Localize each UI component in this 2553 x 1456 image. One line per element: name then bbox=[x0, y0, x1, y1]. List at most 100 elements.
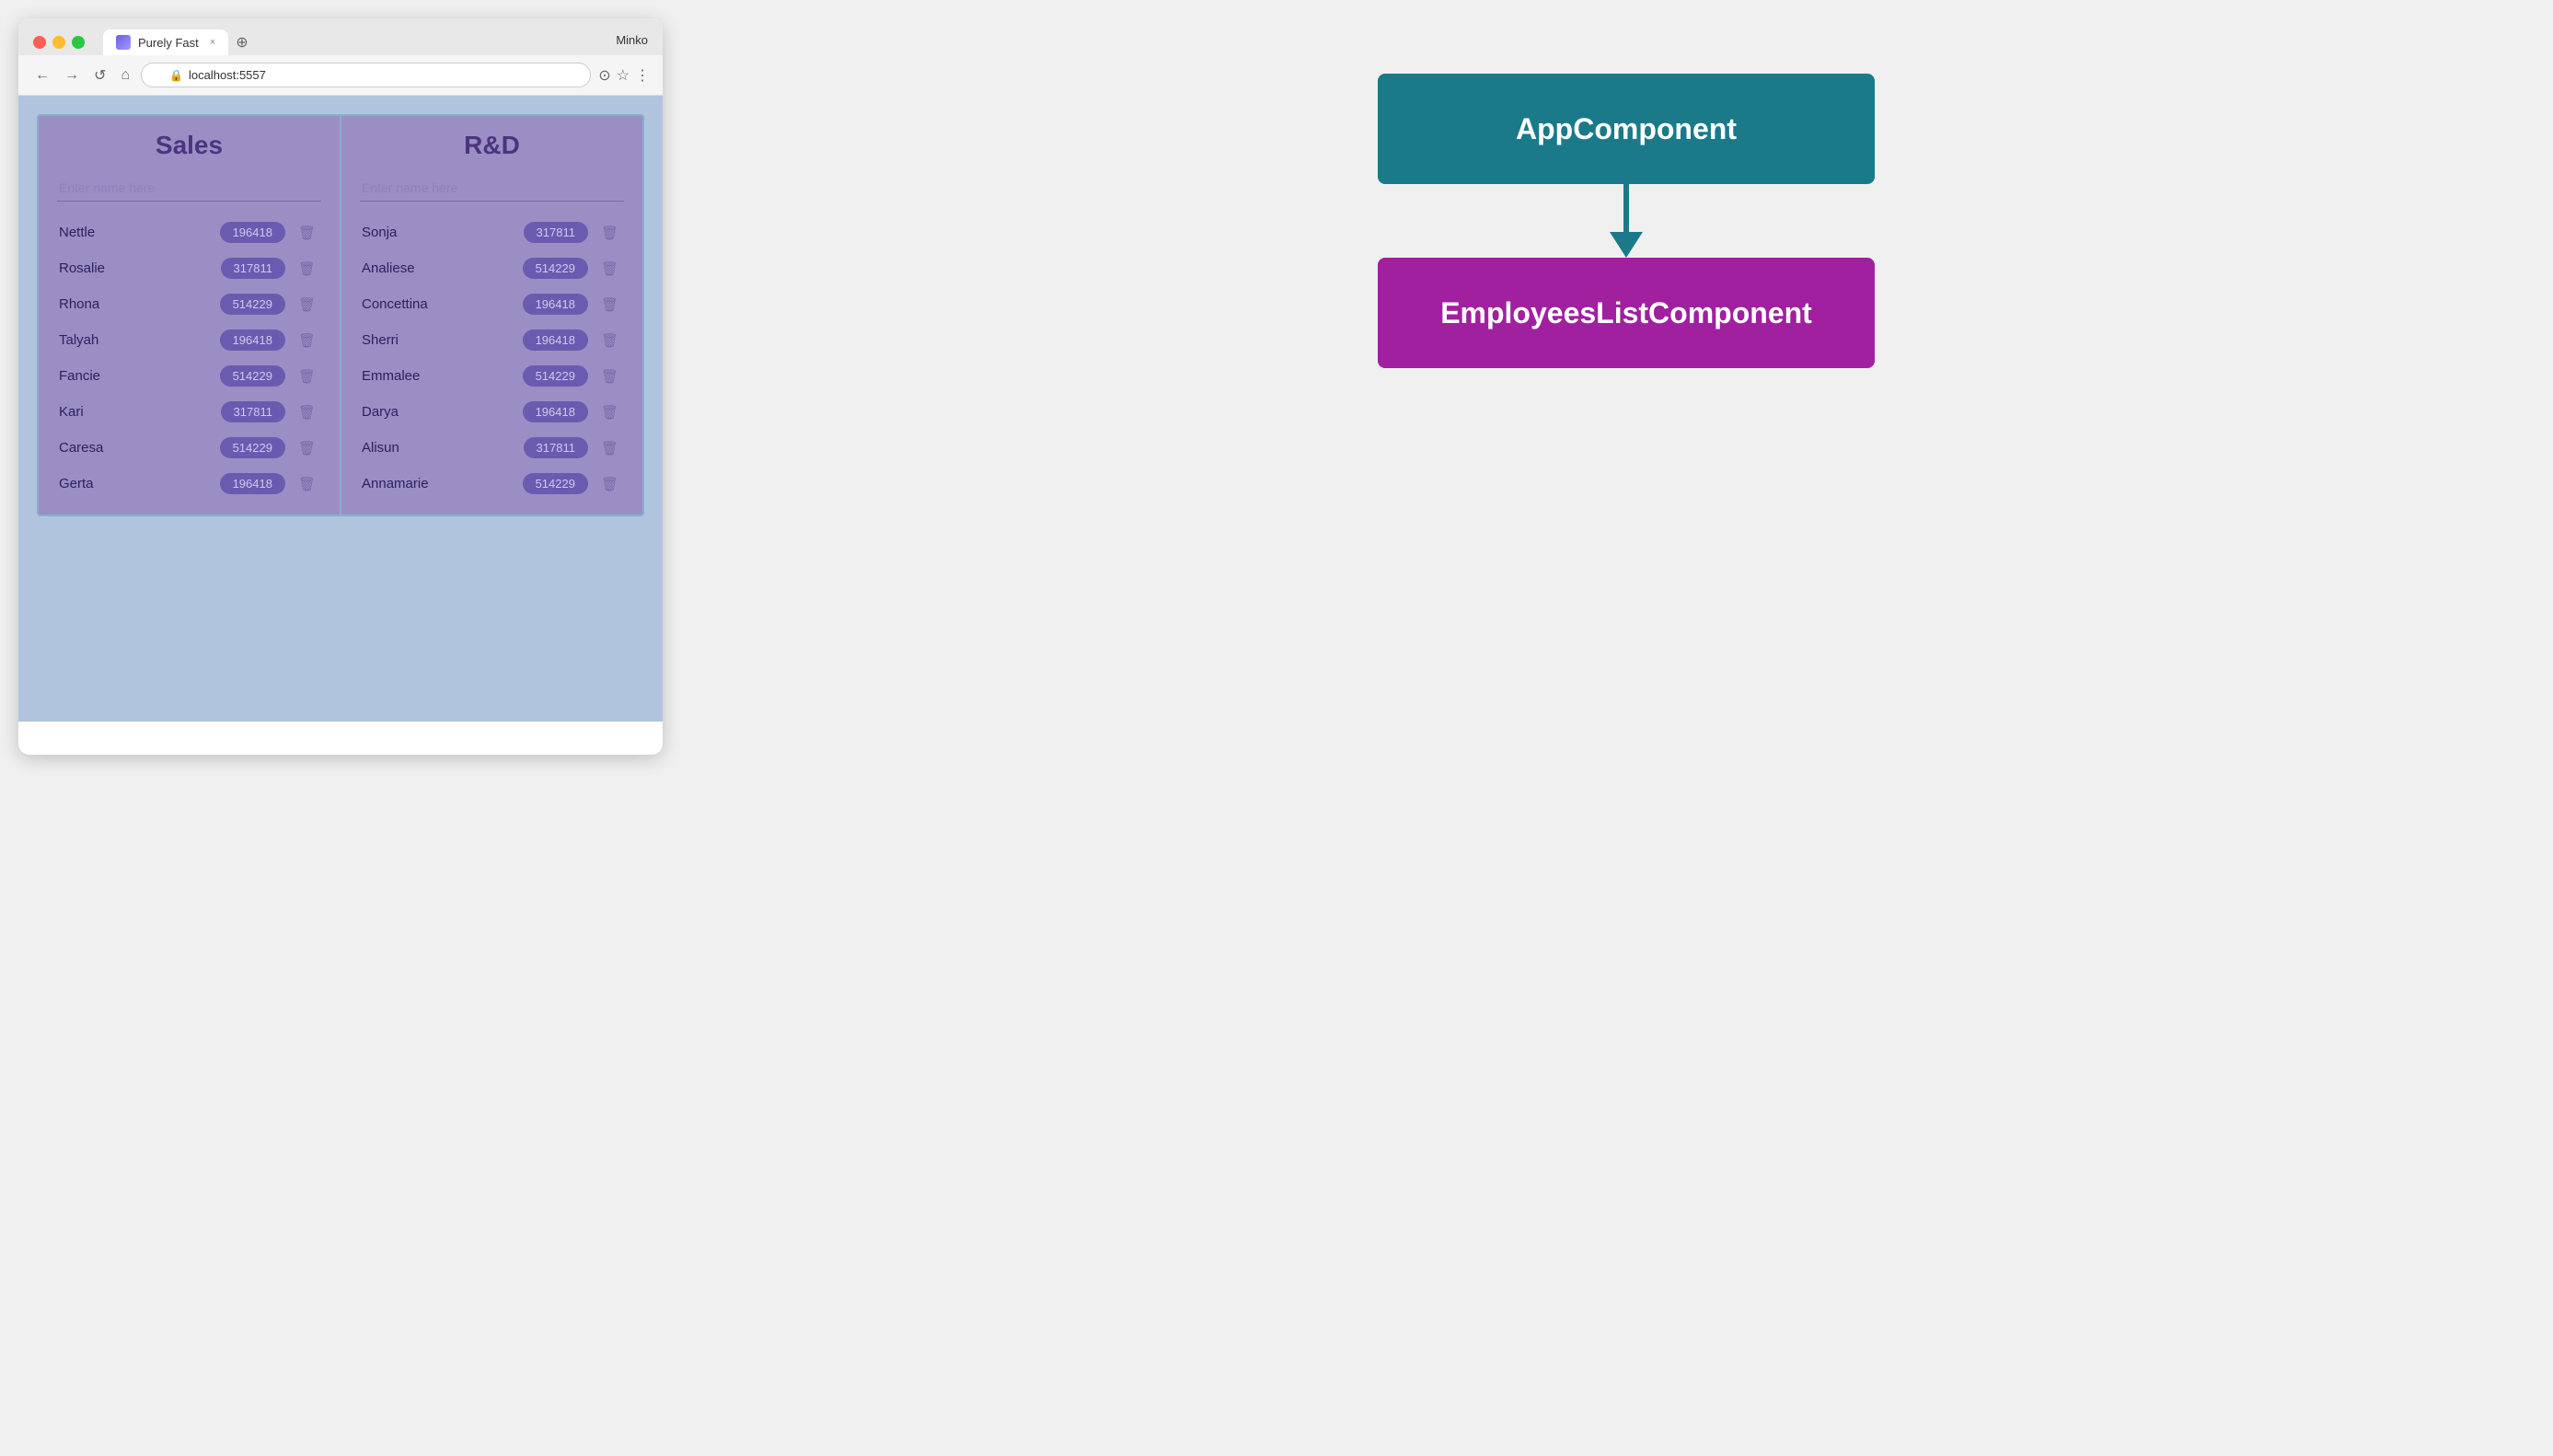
table-row: Fancie 514229 🗑 bbox=[57, 360, 321, 392]
delete-button[interactable]: 🗑 bbox=[597, 366, 622, 387]
departments-container: Sales Nettle 196418 🗑 Rosalie 317811 🗑 R… bbox=[37, 114, 644, 516]
employees-component-label: EmployeesListComponent bbox=[1440, 296, 1812, 330]
delete-button[interactable]: 🗑 bbox=[295, 402, 319, 422]
employee-badge: 317811 bbox=[221, 401, 285, 422]
table-row: Rosalie 317811 🗑 bbox=[57, 252, 321, 284]
tab-title: Purely Fast bbox=[138, 36, 199, 50]
employee-name: Rosalie bbox=[59, 260, 221, 276]
arrow-line bbox=[1623, 184, 1629, 232]
employees-component-box: EmployeesListComponent bbox=[1378, 258, 1875, 368]
delete-button[interactable]: 🗑 bbox=[295, 438, 319, 458]
employee-badge: 317811 bbox=[524, 222, 588, 243]
delete-button[interactable]: 🗑 bbox=[597, 259, 622, 279]
table-row: Analiese 514229 🗑 bbox=[360, 252, 624, 284]
table-row: Sherri 196418 🗑 bbox=[360, 324, 624, 356]
new-tab-button[interactable]: ⊕ bbox=[228, 29, 255, 55]
table-row: Gerta 196418 🗑 bbox=[57, 468, 321, 500]
delete-button[interactable]: 🗑 bbox=[295, 223, 319, 243]
browser-titlebar: Purely Fast × ⊕ Minko bbox=[18, 18, 663, 55]
delete-button[interactable]: 🗑 bbox=[597, 295, 622, 315]
address-bar[interactable]: 🔒 localhost:5557 bbox=[141, 63, 591, 87]
rd-title: R&D bbox=[360, 131, 624, 160]
employee-badge: 317811 bbox=[221, 258, 285, 279]
employee-badge: 196418 bbox=[523, 294, 588, 315]
delete-button[interactable]: 🗑 bbox=[295, 259, 319, 279]
delete-button[interactable]: 🗑 bbox=[295, 330, 319, 351]
diagram-area: AppComponent EmployeesListComponent bbox=[718, 18, 2535, 423]
app-component-box: AppComponent bbox=[1378, 74, 1875, 184]
user-label: Minko bbox=[616, 33, 648, 52]
rd-panel: R&D Sonja 317811 🗑 Analiese 514229 🗑 Con… bbox=[341, 116, 642, 514]
diagram-arrow bbox=[1617, 184, 1635, 258]
employee-name: Analiese bbox=[362, 260, 523, 276]
traffic-lights bbox=[33, 36, 85, 49]
sales-title: Sales bbox=[57, 131, 321, 160]
employee-badge: 196418 bbox=[220, 329, 285, 351]
table-row: Darya 196418 🗑 bbox=[360, 396, 624, 428]
delete-button[interactable]: 🗑 bbox=[295, 295, 319, 315]
forward-button[interactable]: → bbox=[61, 65, 83, 86]
employee-name: Emmalee bbox=[362, 368, 523, 384]
employee-badge: 196418 bbox=[523, 401, 588, 422]
delete-button[interactable]: 🗑 bbox=[597, 474, 622, 494]
employee-name: Darya bbox=[362, 404, 523, 420]
tab-bar: Purely Fast × ⊕ bbox=[103, 29, 606, 55]
back-button[interactable]: ← bbox=[31, 65, 53, 86]
arrow-head bbox=[1610, 232, 1643, 258]
menu-icon[interactable]: ⋮ bbox=[635, 66, 650, 85]
browser-window: Purely Fast × ⊕ Minko ← → ↺ ⌂ 🔒 localhos… bbox=[18, 18, 663, 755]
sales-panel: Sales Nettle 196418 🗑 Rosalie 317811 🗑 R… bbox=[39, 116, 341, 514]
browser-content: Sales Nettle 196418 🗑 Rosalie 317811 🗑 R… bbox=[18, 96, 663, 722]
minimize-button[interactable] bbox=[52, 36, 65, 49]
app-component-label: AppComponent bbox=[1516, 112, 1737, 146]
table-row: Talyah 196418 🗑 bbox=[57, 324, 321, 356]
employee-badge: 514229 bbox=[523, 473, 588, 494]
delete-button[interactable]: 🗑 bbox=[597, 438, 622, 458]
employee-badge: 514229 bbox=[523, 258, 588, 279]
cast-icon[interactable]: ⊙ bbox=[598, 66, 610, 85]
delete-button[interactable]: 🗑 bbox=[295, 366, 319, 387]
sales-employee-list: Nettle 196418 🗑 Rosalie 317811 🗑 Rhona 5… bbox=[57, 216, 321, 500]
employee-name: Fancie bbox=[59, 368, 220, 384]
active-tab[interactable]: Purely Fast × bbox=[103, 29, 228, 55]
bookmark-icon[interactable]: ☆ bbox=[617, 66, 630, 85]
lock-icon: 🔒 bbox=[169, 69, 183, 82]
employee-name: Caresa bbox=[59, 440, 220, 456]
table-row: Nettle 196418 🗑 bbox=[57, 216, 321, 248]
reload-button[interactable]: ↺ bbox=[90, 64, 110, 87]
employee-name: Talyah bbox=[59, 332, 220, 348]
table-row: Sonja 317811 🗑 bbox=[360, 216, 624, 248]
home-button[interactable]: ⌂ bbox=[117, 65, 133, 86]
browser-controls-row: Purely Fast × ⊕ Minko bbox=[33, 29, 648, 55]
table-row: Rhona 514229 🗑 bbox=[57, 288, 321, 320]
employee-name: Nettle bbox=[59, 225, 220, 240]
employee-name: Rhona bbox=[59, 296, 220, 312]
employee-name: Concettina bbox=[362, 296, 523, 312]
browser-toolbar: ← → ↺ ⌂ 🔒 localhost:5557 ⊙ ☆ ⋮ bbox=[18, 55, 663, 96]
toolbar-actions: ⊙ ☆ ⋮ bbox=[598, 66, 650, 85]
close-button[interactable] bbox=[33, 36, 46, 49]
delete-button[interactable]: 🗑 bbox=[597, 330, 622, 351]
rd-input[interactable] bbox=[360, 175, 624, 202]
employee-name: Sonja bbox=[362, 225, 524, 240]
delete-button[interactable]: 🗑 bbox=[295, 474, 319, 494]
table-row: Concettina 196418 🗑 bbox=[360, 288, 624, 320]
employee-badge: 196418 bbox=[220, 473, 285, 494]
employee-badge: 514229 bbox=[523, 365, 588, 387]
url-display: localhost:5557 bbox=[189, 68, 266, 82]
employee-badge: 514229 bbox=[220, 365, 285, 387]
tab-favicon bbox=[116, 35, 131, 50]
rd-employee-list: Sonja 317811 🗑 Analiese 514229 🗑 Concett… bbox=[360, 216, 624, 500]
employee-name: Sherri bbox=[362, 332, 523, 348]
employee-name: Annamarie bbox=[362, 476, 523, 491]
employee-name: Kari bbox=[59, 404, 221, 420]
table-row: Annamarie 514229 🗑 bbox=[360, 468, 624, 500]
employee-badge: 514229 bbox=[220, 437, 285, 458]
delete-button[interactable]: 🗑 bbox=[597, 223, 622, 243]
table-row: Kari 317811 🗑 bbox=[57, 396, 321, 428]
employee-badge: 196418 bbox=[220, 222, 285, 243]
maximize-button[interactable] bbox=[72, 36, 85, 49]
delete-button[interactable]: 🗑 bbox=[597, 402, 622, 422]
sales-input[interactable] bbox=[57, 175, 321, 202]
tab-close-button[interactable]: × bbox=[210, 37, 215, 48]
